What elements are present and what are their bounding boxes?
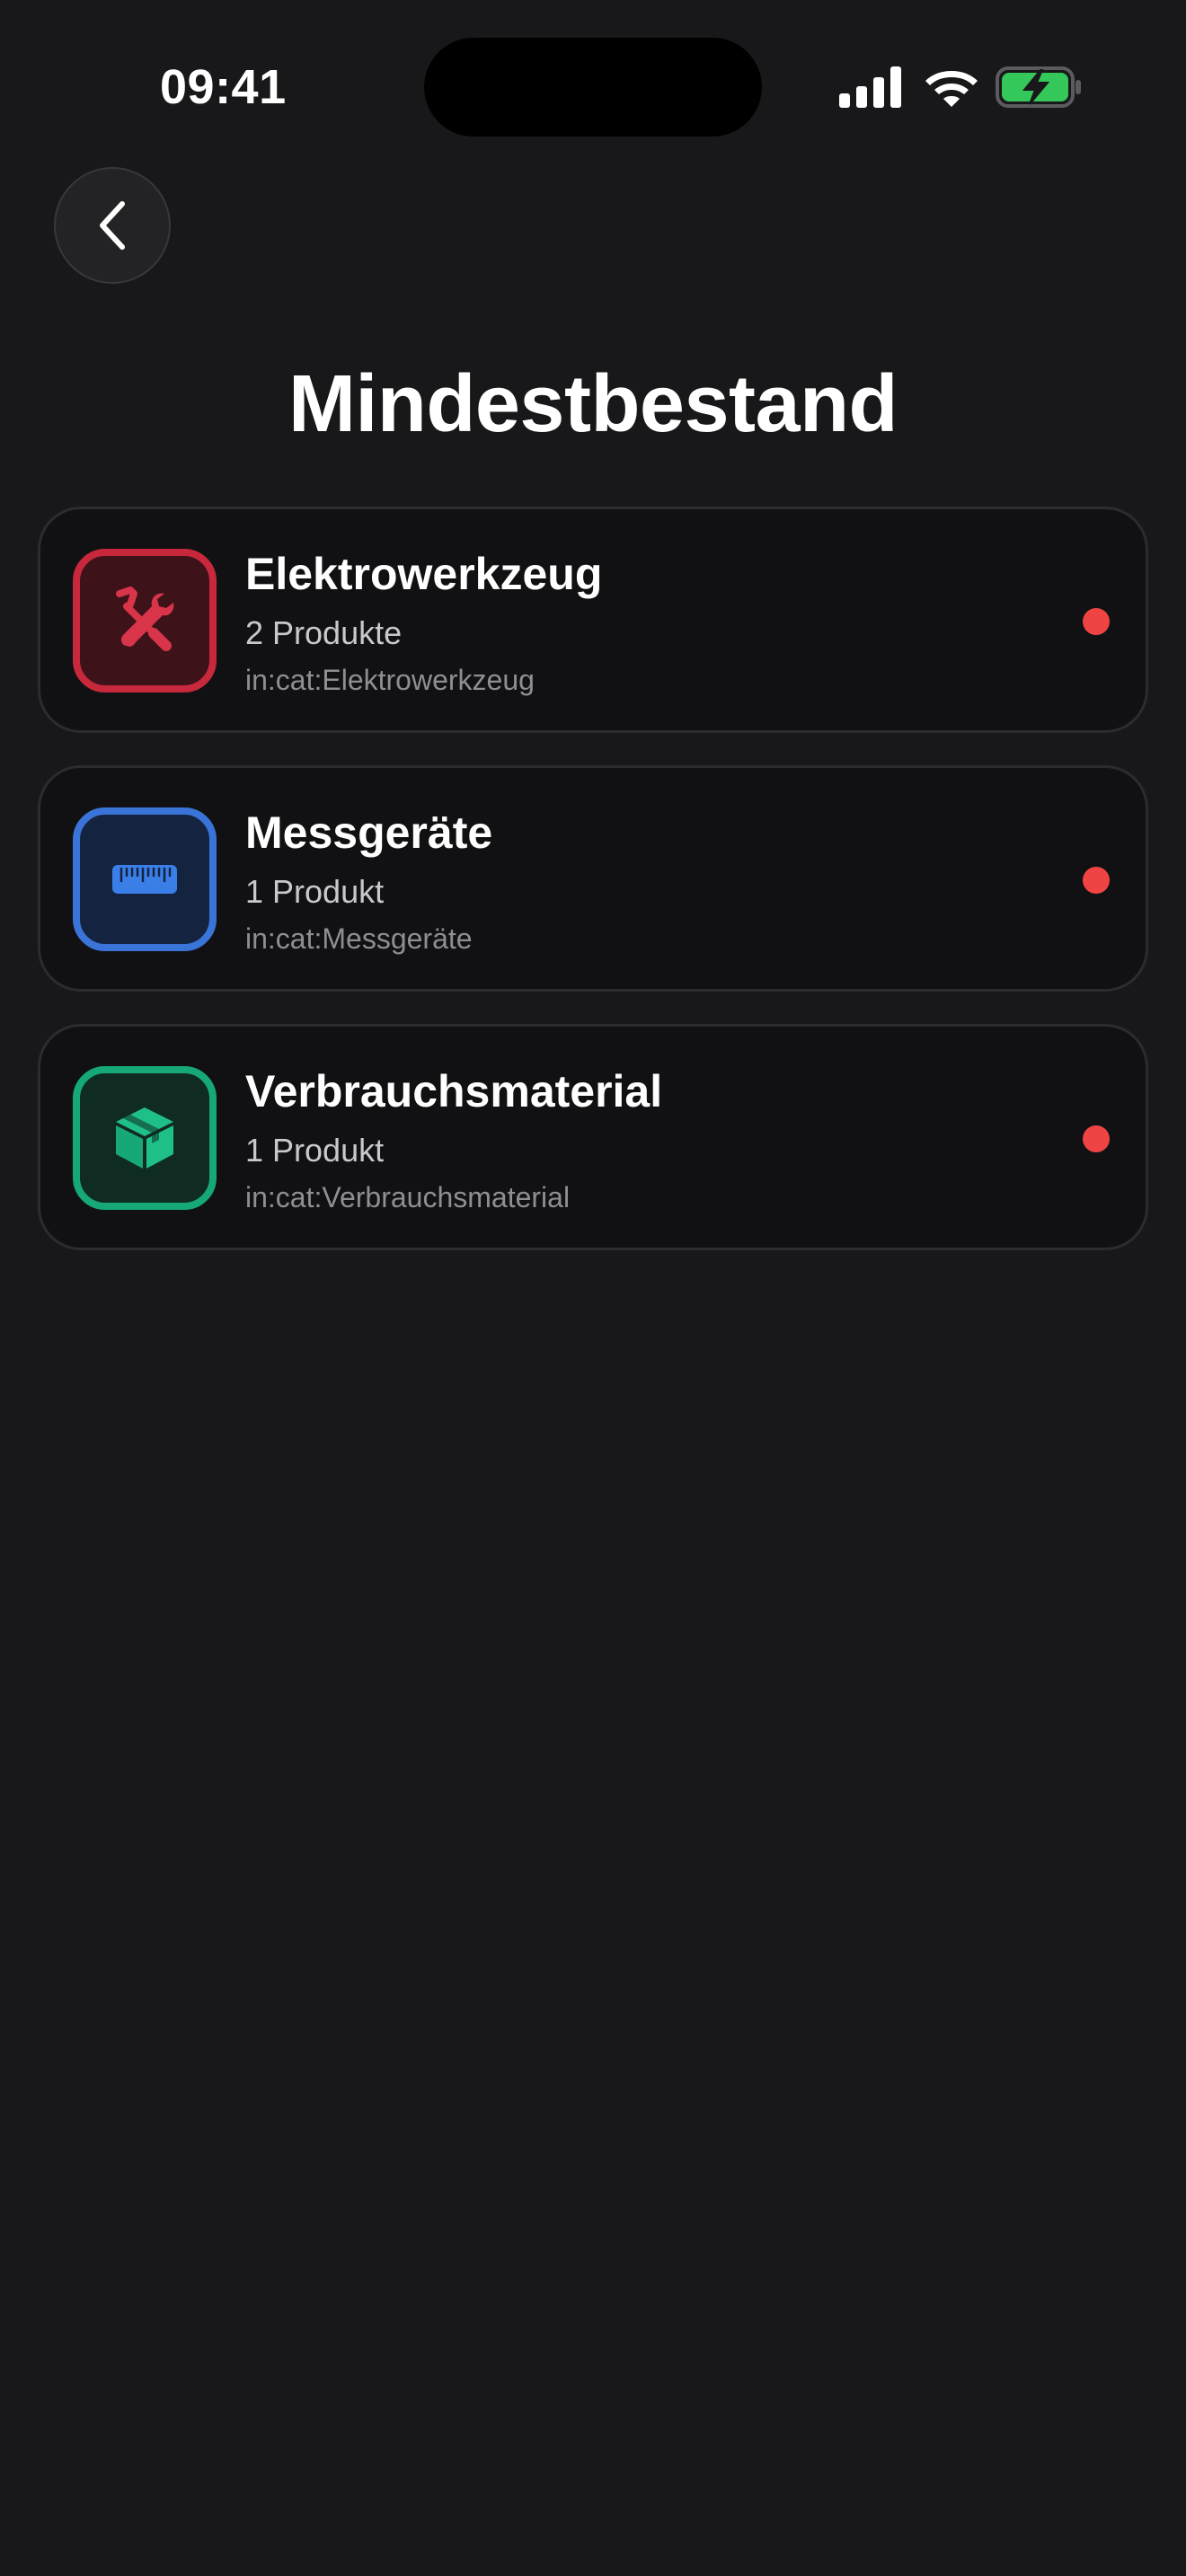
category-icon-tile <box>73 1066 217 1210</box>
ruler-icon <box>112 865 177 894</box>
category-card-elektrowerkzeug[interactable]: Elektrowerkzeug 2 Produkte in:cat:Elektr… <box>38 507 1148 733</box>
status-time: 09:41 <box>160 60 287 114</box>
card-text: Verbrauchsmaterial 1 Produkt in:cat:Verb… <box>245 1063 662 1217</box>
back-button[interactable] <box>54 167 171 284</box>
product-count: 2 Produkte <box>245 614 403 651</box>
box-icon <box>116 1107 173 1169</box>
card-text: Elektrowerkzeug 2 Produkte in:cat:Elektr… <box>245 545 602 700</box>
category-card-messgeraete[interactable]: Messgeräte 1 Produkt in:cat:Messgeräte <box>38 765 1148 992</box>
category-query: in:cat:Elektrowerkzeug <box>245 664 535 696</box>
category-icon-tile <box>73 807 217 951</box>
dynamic-island <box>424 38 762 137</box>
tools-icon <box>116 587 174 651</box>
card-text: Messgeräte 1 Produkt in:cat:Messgeräte <box>245 804 492 958</box>
category-card-verbrauchsmaterial[interactable]: Verbrauchsmaterial 1 Produkt in:cat:Verb… <box>38 1024 1148 1250</box>
category-query: in:cat:Verbrauchsmaterial <box>245 1181 571 1213</box>
screen: 09:41 Mindestbestand Elektrowerkzeug 2 P… <box>0 0 1186 2576</box>
category-icon-tile <box>73 549 217 693</box>
status-icons <box>839 63 1084 111</box>
category-title: Verbrauchsmaterial <box>245 1066 663 1116</box>
battery-charging-icon <box>996 66 1081 108</box>
status-dot <box>1083 867 1110 894</box>
cellular-signal-icon <box>839 66 901 108</box>
chevron-left-icon <box>100 201 125 250</box>
product-count: 1 Produkt <box>245 1132 385 1169</box>
status-dot <box>1083 1125 1110 1152</box>
page-title: Mindestbestand <box>288 359 898 449</box>
wifi-icon <box>925 71 978 107</box>
category-title: Elektrowerkzeug <box>245 549 603 599</box>
product-count: 1 Produkt <box>245 873 385 910</box>
category-list: Elektrowerkzeug 2 Produkte in:cat:Elektr… <box>38 507 1148 1283</box>
status-dot <box>1083 608 1110 635</box>
category-title: Messgeräte <box>245 807 493 858</box>
category-query: in:cat:Messgeräte <box>245 922 473 955</box>
